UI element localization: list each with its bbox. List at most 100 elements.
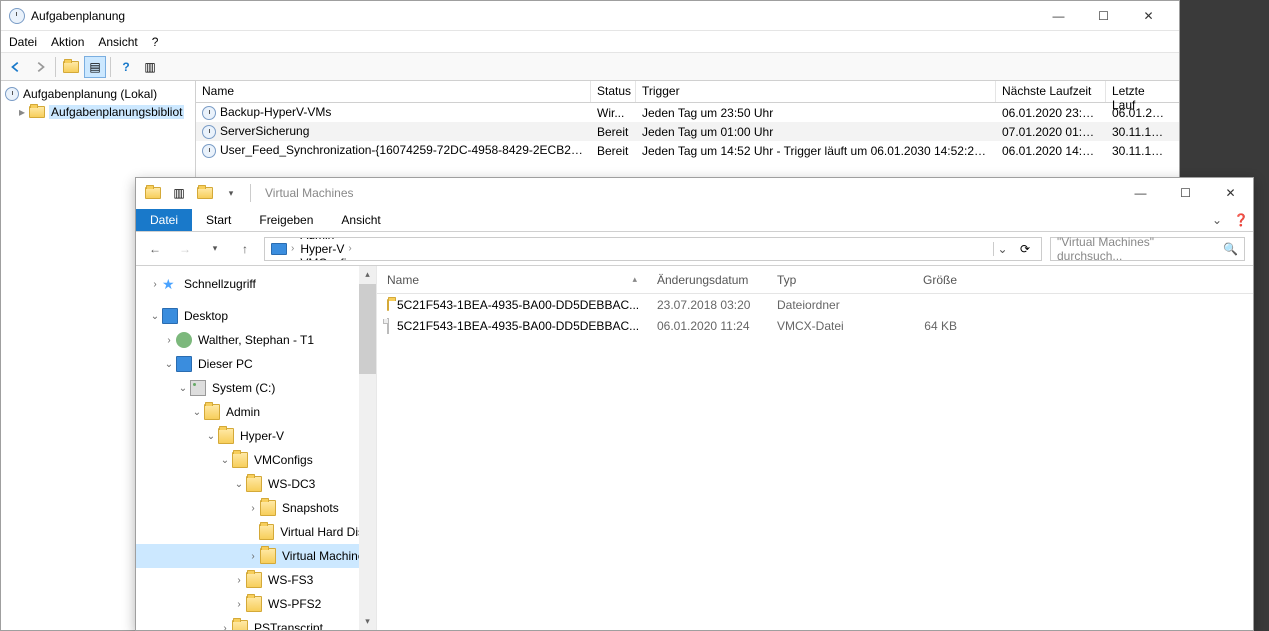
search-placeholder: "Virtual Machines" durchsuch... <box>1057 235 1217 263</box>
menu-action[interactable]: Aktion <box>51 35 84 49</box>
toolbar-pane-icon[interactable]: ▥ <box>139 56 161 78</box>
forward-button[interactable]: → <box>174 238 196 260</box>
nav-desktop[interactable]: ⌄Desktop <box>136 304 376 328</box>
nav-hyperv[interactable]: ⌄Hyper-V <box>136 424 376 448</box>
task-row[interactable]: Backup-HyperV-VMsWir...Jeden Tag um 23:5… <box>196 103 1179 122</box>
qat-new-folder-icon[interactable] <box>194 182 216 204</box>
task-row[interactable]: ServerSicherungBereitJeden Tag um 01:00 … <box>196 122 1179 141</box>
task-icon <box>202 125 216 139</box>
ribbon-expand-icon[interactable]: ⌄ <box>1205 209 1229 231</box>
window-title: Virtual Machines <box>261 186 1118 200</box>
nav-wsdc3[interactable]: ⌄WS-DC3 <box>136 472 376 496</box>
menu-view[interactable]: Ansicht <box>98 35 137 49</box>
folder-icon <box>246 596 262 612</box>
file-size: 64 KB <box>887 318 967 334</box>
breadcrumb-segment[interactable]: Hyper-V› <box>298 242 398 256</box>
nav-wspfs2[interactable]: ›WS-PFS2 <box>136 592 376 616</box>
task-name: Backup-HyperV-VMs <box>196 104 591 121</box>
breadcrumb-segment[interactable]: VMConfigs› <box>298 256 398 261</box>
window-title: Aufgabenplanung <box>31 9 1036 23</box>
scroll-up-icon[interactable]: ▴ <box>359 266 376 283</box>
qat-dropdown-icon[interactable]: ▾ <box>220 182 242 204</box>
file-name: 5C21F543-1BEA-4935-BA00-DD5DEBBAC... <box>377 297 647 313</box>
tab-start[interactable]: Start <box>192 209 245 231</box>
file-pane[interactable]: Name▴ Änderungsdatum Typ Größe 5C21F543-… <box>376 266 1253 630</box>
menu-file[interactable]: Datei <box>9 35 37 49</box>
task-trigger: Jeden Tag um 01:00 Uhr <box>636 124 996 140</box>
help-icon[interactable]: ❓ <box>1229 209 1253 231</box>
folder-icon <box>387 299 389 311</box>
folder-icon <box>218 428 234 444</box>
qat-properties-icon[interactable]: ▥ <box>168 182 190 204</box>
task-row[interactable]: User_Feed_Synchronization-{16074259-72DC… <box>196 141 1179 160</box>
col-size[interactable]: Größe <box>887 269 967 291</box>
drive-icon <box>190 380 206 396</box>
tab-view[interactable]: Ansicht <box>327 209 394 231</box>
tab-file[interactable]: Datei <box>136 209 192 231</box>
tab-share[interactable]: Freigeben <box>245 209 327 231</box>
menu-help[interactable]: ? <box>152 35 159 49</box>
task-next: 06.01.2020 14:52:20 <box>996 143 1106 159</box>
maximize-button[interactable]: ☐ <box>1081 2 1126 30</box>
clock-icon <box>5 87 19 101</box>
col-last[interactable]: Letzte Lauf <box>1106 81 1171 102</box>
nav-pane[interactable]: ›★Schnellzugriff ⌄Desktop ›Walther, Step… <box>136 266 376 630</box>
file-type: Dateiordner <box>767 297 887 313</box>
toolbar-help-icon[interactable]: ? <box>115 56 137 78</box>
nav-virtual-machines[interactable]: ›Virtual Machines <box>136 544 376 568</box>
maximize-button[interactable]: ☐ <box>1163 179 1208 207</box>
star-icon: ★ <box>162 276 178 292</box>
nav-user[interactable]: ›Walther, Stephan - T1 <box>136 328 376 352</box>
forward-button[interactable] <box>29 56 51 78</box>
nav-wsfs3[interactable]: ›WS-FS3 <box>136 568 376 592</box>
folder-icon <box>29 106 45 118</box>
scroll-thumb[interactable] <box>359 284 376 374</box>
toolbar-action-icon[interactable] <box>60 56 82 78</box>
nav-vhd[interactable]: Virtual Hard Disks <box>136 520 376 544</box>
up-button[interactable]: ↑ <box>234 238 256 260</box>
refresh-button[interactable]: ⟳ <box>1013 242 1037 256</box>
col-name[interactable]: Name▴ <box>377 269 647 291</box>
breadcrumb-dropdown-icon[interactable]: ⌄ <box>993 242 1011 256</box>
folder-icon <box>142 182 164 204</box>
nav-quick-access[interactable]: ›★Schnellzugriff <box>136 272 376 296</box>
back-button[interactable]: ← <box>144 238 166 260</box>
titlebar[interactable]: ▥ ▾ Virtual Machines — ☐ ✕ <box>136 178 1253 208</box>
chevron-right-icon: ▸ <box>19 105 25 119</box>
tree-library[interactable]: ▸ Aufgabenplanungsbibliot <box>1 103 195 121</box>
minimize-button[interactable]: — <box>1118 179 1163 207</box>
col-type[interactable]: Typ <box>767 269 887 291</box>
col-next[interactable]: Nächste Laufzeit <box>996 81 1106 102</box>
minimize-button[interactable]: — <box>1036 2 1081 30</box>
titlebar[interactable]: Aufgabenplanung — ☐ ✕ <box>1 1 1179 31</box>
breadcrumb[interactable]: › Dieser PC›System (C:)›Admin›Hyper-V›VM… <box>264 237 1042 261</box>
close-button[interactable]: ✕ <box>1126 2 1171 30</box>
toolbar-view-icon[interactable]: ▤ <box>84 56 106 78</box>
back-button[interactable] <box>5 56 27 78</box>
task-icon <box>202 106 216 120</box>
task-name: User_Feed_Synchronization-{16074259-72DC… <box>196 142 591 159</box>
col-name[interactable]: Name <box>196 81 591 102</box>
col-status[interactable]: Status <box>591 81 636 102</box>
nav-drive-c[interactable]: ⌄System (C:) <box>136 376 376 400</box>
search-icon: 🔍 <box>1223 242 1238 256</box>
tree-root[interactable]: Aufgabenplanung (Lokal) <box>1 85 195 103</box>
nav-snapshots[interactable]: ›Snapshots <box>136 496 376 520</box>
breadcrumb-root-icon[interactable]: › <box>269 243 296 255</box>
task-trigger: Jeden Tag um 23:50 Uhr <box>636 105 996 121</box>
file-row[interactable]: 5C21F543-1BEA-4935-BA00-DD5DEBBAC...06.0… <box>377 315 1253 336</box>
scroll-down-icon[interactable]: ▾ <box>359 613 376 630</box>
col-trigger[interactable]: Trigger <box>636 81 996 102</box>
nav-vmconfigs[interactable]: ⌄VMConfigs <box>136 448 376 472</box>
file-row[interactable]: 5C21F543-1BEA-4935-BA00-DD5DEBBAC...23.0… <box>377 294 1253 315</box>
col-modified[interactable]: Änderungsdatum <box>647 269 767 291</box>
file-icon <box>387 318 389 334</box>
nav-admin[interactable]: ⌄Admin <box>136 400 376 424</box>
close-button[interactable]: ✕ <box>1208 179 1253 207</box>
search-input[interactable]: "Virtual Machines" durchsuch... 🔍 <box>1050 237 1245 261</box>
nav-this-pc[interactable]: ⌄Dieser PC <box>136 352 376 376</box>
chevron-right-icon: › <box>338 237 341 241</box>
nav-pstranscript[interactable]: ›PSTranscript <box>136 616 376 630</box>
recent-dropdown-icon[interactable]: ▾ <box>204 238 226 260</box>
task-status: Bereit <box>591 124 636 140</box>
